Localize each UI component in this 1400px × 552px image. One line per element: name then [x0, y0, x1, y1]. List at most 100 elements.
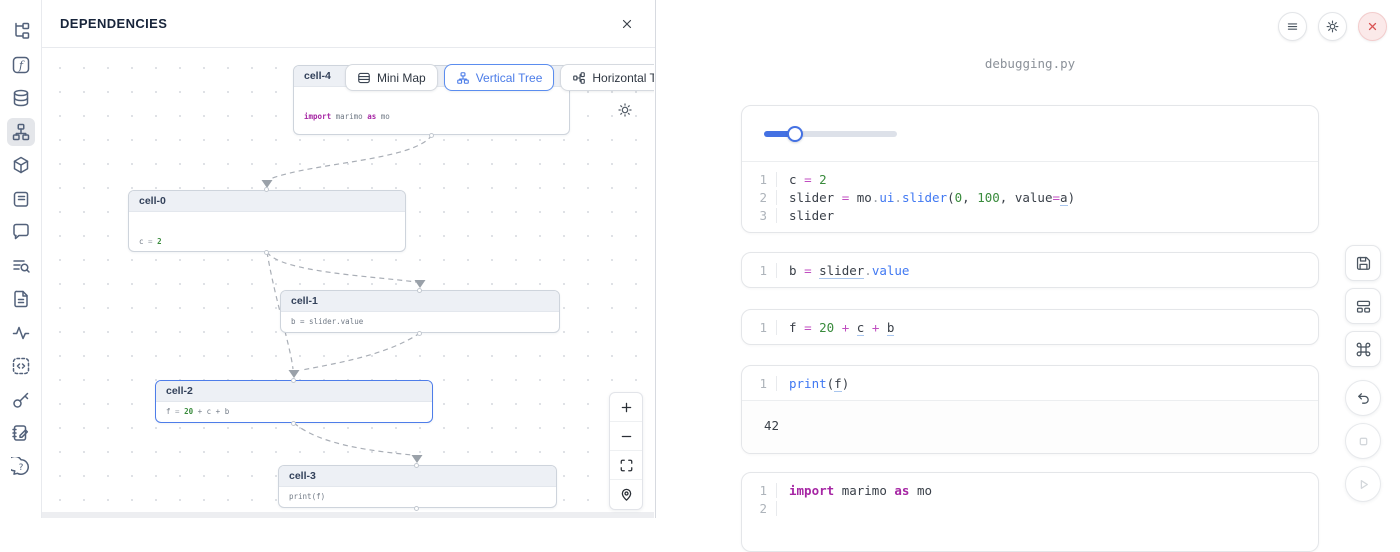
action-rail — [1345, 245, 1381, 509]
code-block-icon — [11, 356, 31, 376]
map-pin-icon — [619, 487, 634, 502]
shutdown-button[interactable] — [1358, 12, 1387, 41]
undo-button[interactable] — [1345, 380, 1381, 416]
notebook-cell: 1c = 2 2slider = mo.ui.slider(0, 100, va… — [741, 105, 1319, 233]
dependency-graph-icon — [11, 122, 31, 142]
window-controls — [1278, 12, 1387, 41]
graph-node-cell-3[interactable]: cell-3 print(f) — [278, 465, 557, 508]
vertical-tree-button[interactable]: Vertical Tree — [444, 64, 555, 91]
sidebar-item-logs[interactable] — [7, 252, 35, 280]
graph-node-cell-0[interactable]: cell-0 c = 2 slider = mo.ui.slider(0, 10… — [128, 190, 406, 252]
horizontal-tree-icon — [572, 71, 586, 85]
save-button[interactable] — [1345, 245, 1381, 281]
layout-icon — [1355, 298, 1372, 315]
run-button[interactable] — [1345, 466, 1381, 502]
notebook-pen-icon — [11, 423, 31, 443]
vertical-tree-icon — [456, 71, 470, 85]
code-editor[interactable]: 1print(f) — [742, 366, 1318, 400]
file-tree-icon — [11, 21, 31, 41]
fullscreen-icon — [619, 458, 634, 473]
activity-icon — [11, 323, 31, 343]
stop-button[interactable] — [1345, 423, 1381, 459]
port-dot — [291, 378, 296, 383]
sidebar-item-snippets[interactable] — [7, 352, 35, 380]
zoom-out-button[interactable] — [610, 422, 642, 451]
cell-console-output: 42 — [742, 400, 1318, 453]
svg-text:f: f — [17, 59, 24, 72]
code-editor[interactable]: 1f = 20 + c + b — [742, 310, 1318, 344]
graph-node-cell-2-selected[interactable]: cell-2 f = 20 + c + b — [155, 380, 433, 423]
code-editor[interactable]: 1import marimo as mo 2 — [742, 473, 1318, 525]
sidebar-item-chat[interactable] — [7, 218, 35, 246]
notebook-cell: 1b = slider.value — [741, 252, 1319, 288]
port-dot — [429, 133, 434, 138]
sidebar-item-file-tree[interactable] — [7, 17, 35, 45]
graph-horizontal-scrollbar[interactable] — [42, 512, 654, 518]
node-title: cell-3 — [279, 466, 556, 487]
play-icon — [1355, 476, 1372, 493]
sidebar-item-function[interactable]: f — [7, 51, 35, 79]
line-number: 1 — [742, 172, 776, 187]
line-number: 1 — [742, 263, 776, 278]
horizontal-tree-button[interactable]: Horizontal Tree — [560, 64, 654, 91]
node-title: cell-2 — [156, 381, 432, 402]
line-number: 1 — [742, 320, 776, 335]
sidebar-item-secrets[interactable] — [7, 386, 35, 414]
line-number: 1 — [742, 376, 776, 391]
sidebar-item-datasources[interactable] — [7, 84, 35, 112]
list-search-icon — [11, 256, 31, 276]
sidebar-item-documentation[interactable] — [7, 285, 35, 313]
edge-cell0-cell1 — [267, 252, 416, 282]
edge-cell1-cell2 — [302, 333, 420, 370]
document-icon — [11, 289, 31, 309]
sidebar-item-scratchpad[interactable] — [7, 185, 35, 213]
minimap-button[interactable]: Mini Map — [345, 64, 438, 91]
layout-button[interactable] — [1345, 288, 1381, 324]
line-number: 2 — [742, 501, 776, 516]
sidebar-item-help[interactable]: ? — [7, 453, 35, 481]
stop-icon — [1355, 433, 1372, 450]
slider-fill — [764, 131, 795, 137]
undo-icon — [1355, 390, 1372, 407]
command-icon — [1355, 341, 1372, 358]
gear-icon — [1325, 19, 1340, 34]
dependencies-header: DEPENDENCIES — [42, 0, 655, 48]
key-icon — [11, 390, 31, 410]
graph-node-cell-1[interactable]: cell-1 b = slider.value — [280, 290, 560, 333]
slider-thumb[interactable] — [787, 126, 803, 142]
line-number: 3 — [742, 208, 776, 223]
slider-widget[interactable] — [764, 131, 897, 137]
helper-sidebar: f ? — [0, 0, 42, 518]
package-icon — [11, 155, 31, 175]
close-icon — [1365, 19, 1380, 34]
dependency-graph-canvas[interactable]: cell-4 import marimo as mo a = 20 cell-0… — [42, 48, 654, 518]
graph-zoom-controls — [609, 392, 643, 510]
port-dot — [264, 187, 269, 192]
sidebar-item-dependencies[interactable] — [7, 118, 35, 146]
sidebar-item-tracing[interactable] — [7, 319, 35, 347]
database-icon — [11, 88, 31, 108]
svg-text:?: ? — [18, 463, 23, 473]
save-icon — [1355, 255, 1372, 272]
zoom-in-button[interactable] — [610, 393, 642, 422]
code-editor[interactable]: 1b = slider.value — [742, 253, 1318, 287]
menu-button[interactable] — [1278, 12, 1307, 41]
minimap-icon — [357, 71, 371, 85]
sidebar-item-packages[interactable] — [7, 151, 35, 179]
keyboard-shortcuts-button[interactable] — [1345, 331, 1381, 367]
node-title: cell-1 — [281, 291, 559, 312]
hamburger-icon — [1285, 19, 1300, 34]
sidebar-item-notebook[interactable] — [7, 419, 35, 447]
notebook-panel: debugging.py 1c = 2 2slider = mo.ui.slid… — [656, 0, 1400, 518]
node-title: cell-0 — [129, 191, 405, 212]
edge-cell4-cell0 — [270, 135, 432, 179]
code-editor[interactable]: 1c = 2 2slider = mo.ui.slider(0, 100, va… — [742, 161, 1318, 232]
notebook-cell: 1import marimo as mo 2 — [741, 472, 1319, 552]
fit-view-button[interactable] — [610, 451, 642, 480]
settings-button[interactable] — [1318, 12, 1347, 41]
close-panel-button[interactable] — [617, 14, 637, 34]
edge-cell2-cell3 — [294, 423, 412, 455]
graph-settings-button[interactable] — [616, 101, 634, 119]
center-view-button[interactable] — [610, 480, 642, 509]
notebook-cell: 1print(f) 42 — [741, 365, 1319, 454]
